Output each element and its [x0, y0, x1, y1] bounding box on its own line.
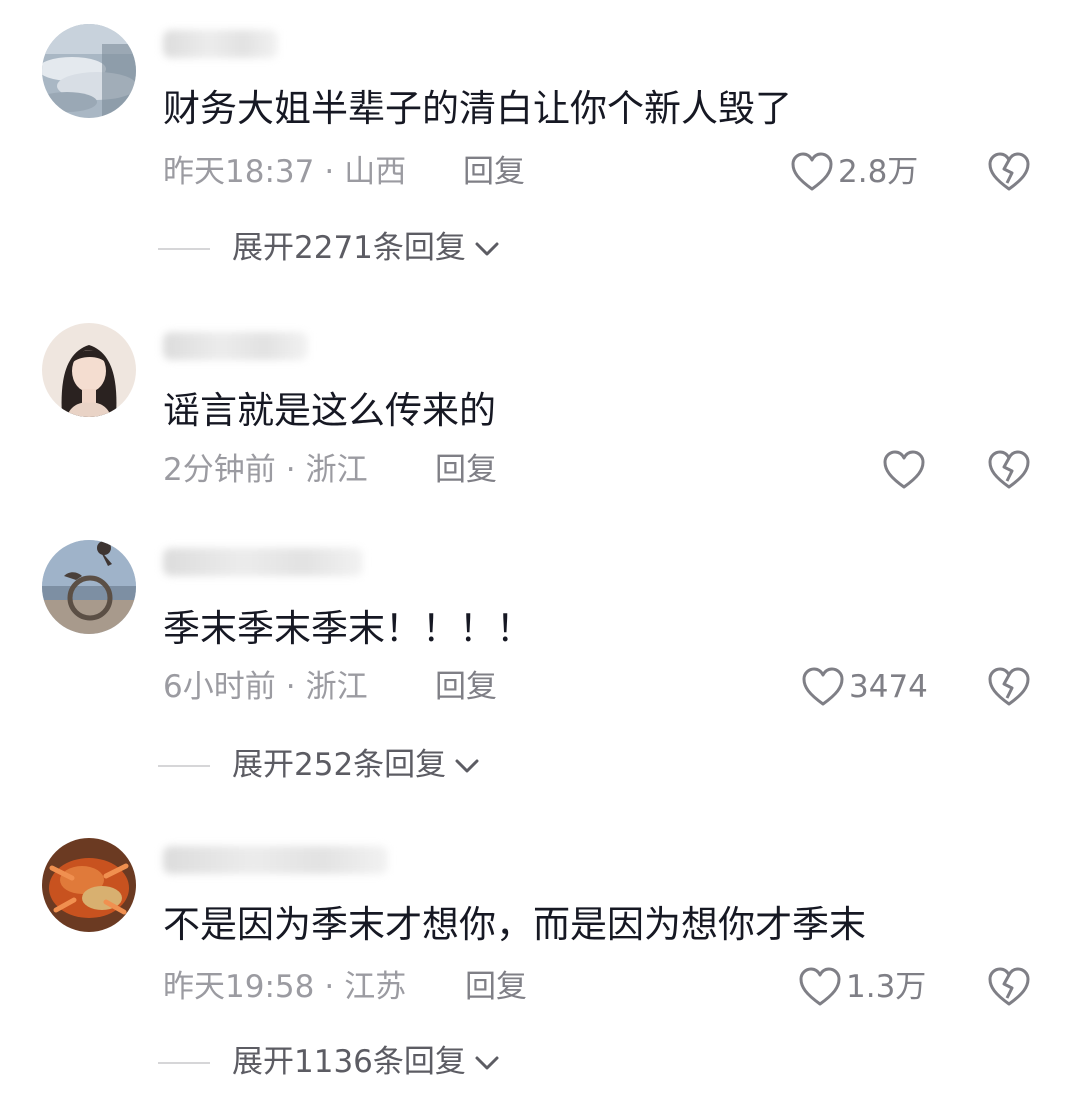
dislike-button[interactable] — [987, 966, 1031, 1012]
comment-meta: 昨天18:37 · 山西 — [163, 157, 406, 188]
comment-text: 财务大姐半辈子的清白让你个新人毁了 — [163, 87, 792, 130]
comment-text: 不是因为季末才想你，而是因为想你才季末 — [163, 903, 866, 946]
comment-text: 季末季末季末！！！！ — [163, 607, 533, 650]
chevron-down-icon — [475, 242, 499, 255]
like-count: 1.3万 — [846, 968, 927, 1005]
avatar-bird-seaside-icon — [42, 540, 136, 634]
avatar-woman-portrait-icon — [42, 323, 136, 417]
dislike-button[interactable] — [987, 449, 1031, 495]
comment-time: 昨天18:37 — [163, 154, 315, 190]
heart-outline-icon — [791, 152, 833, 191]
expand-replies-label: 展开1136条回复 — [232, 1044, 466, 1080]
reply-button[interactable]: 回复 — [465, 972, 527, 1003]
dislike-button[interactable] — [987, 151, 1031, 197]
expand-replies-label: 展开252条回复 — [232, 747, 447, 783]
broken-heart-icon — [988, 967, 1030, 1006]
heart-outline-icon — [883, 450, 925, 489]
expand-replies-button[interactable]: 展开1136条回复 — [158, 1047, 500, 1078]
expand-replies-button[interactable]: 展开252条回复 — [158, 750, 480, 781]
heart-outline-icon — [799, 967, 841, 1006]
like-button[interactable]: 2.8万 — [790, 151, 918, 193]
comment-location: 山西 — [344, 154, 407, 190]
user-avatar[interactable] — [42, 24, 136, 118]
username-blurred[interactable] — [163, 332, 308, 360]
expand-line — [158, 764, 210, 767]
dislike-button[interactable] — [987, 666, 1031, 712]
user-avatar[interactable] — [42, 838, 136, 932]
avatar-crab-food-icon — [42, 838, 136, 932]
heart-outline-icon — [802, 667, 844, 706]
broken-heart-icon — [988, 667, 1030, 706]
comment-meta: 昨天19:58 · 江苏 — [163, 972, 406, 1003]
like-button[interactable]: 3474 — [801, 666, 928, 708]
like-button[interactable] — [882, 449, 930, 491]
chevron-down-icon — [475, 1056, 499, 1069]
reply-button[interactable]: 回复 — [463, 157, 525, 188]
reply-button[interactable]: 回复 — [435, 672, 497, 703]
expand-line — [158, 247, 210, 250]
broken-heart-icon — [988, 152, 1030, 191]
meta-separator: · — [285, 669, 296, 705]
comment-location: 浙江 — [305, 452, 368, 488]
comment-location: 浙江 — [305, 669, 368, 705]
expand-replies-button[interactable]: 展开2271条回复 — [158, 233, 500, 264]
meta-separator: · — [324, 154, 335, 190]
comment-meta: 2分钟前 · 浙江 — [163, 455, 368, 486]
comment-text: 谣言就是这么传来的 — [163, 389, 496, 432]
comment-meta: 6小时前 · 浙江 — [163, 672, 368, 703]
expand-replies-label: 展开2271条回复 — [232, 230, 466, 266]
like-count: 2.8万 — [838, 153, 919, 190]
comment-time: 昨天19:58 — [163, 969, 315, 1005]
broken-heart-icon — [988, 450, 1030, 489]
chevron-down-icon — [455, 759, 479, 772]
expand-line — [158, 1061, 210, 1064]
comment-time: 2分钟前 — [163, 452, 276, 488]
reply-button[interactable]: 回复 — [435, 455, 497, 486]
meta-separator: · — [285, 452, 296, 488]
like-button[interactable]: 1.3万 — [798, 966, 926, 1008]
username-blurred[interactable] — [163, 548, 363, 576]
meta-separator: · — [324, 969, 335, 1005]
username-blurred[interactable] — [163, 846, 388, 874]
comment-time: 6小时前 — [163, 669, 276, 705]
username-blurred[interactable] — [163, 30, 278, 58]
comment-location: 江苏 — [344, 969, 407, 1005]
like-count: 3474 — [849, 668, 928, 705]
avatar-sky-clouds-icon — [42, 24, 136, 118]
user-avatar[interactable] — [42, 323, 136, 417]
user-avatar[interactable] — [42, 540, 136, 634]
